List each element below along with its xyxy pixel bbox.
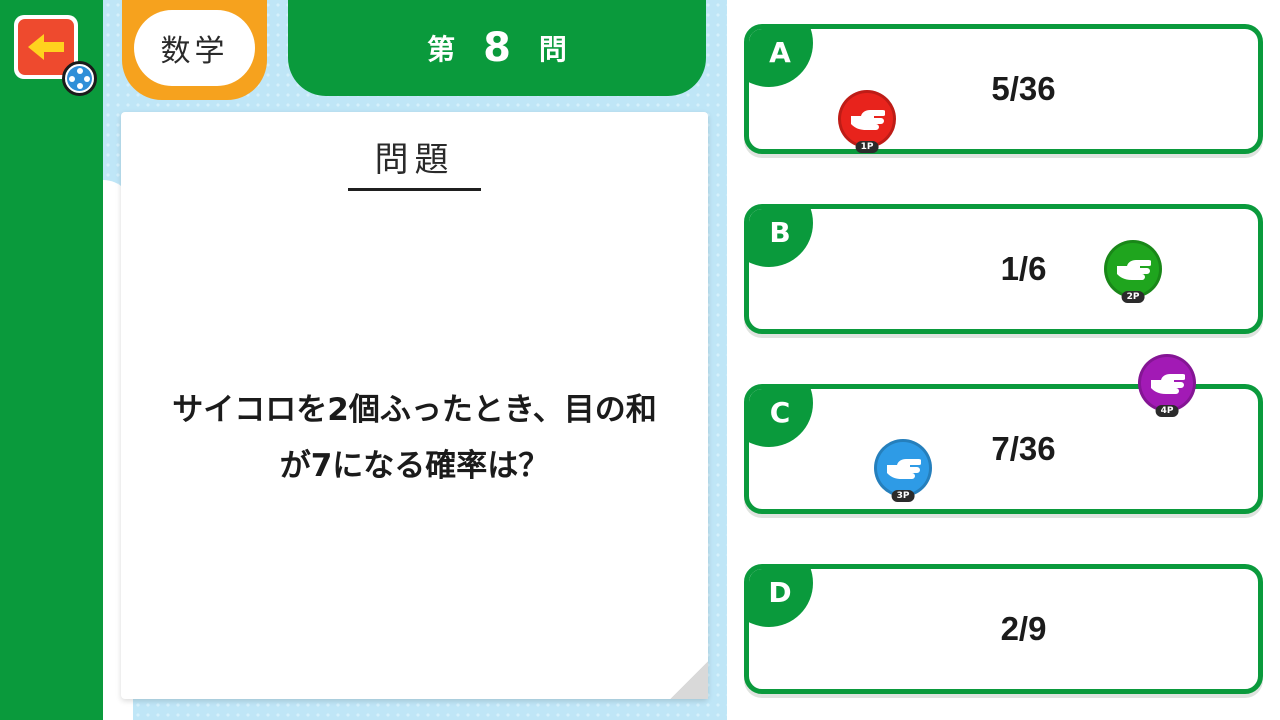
answer-value: 5/36	[991, 70, 1056, 107]
left-sidebar	[0, 0, 103, 720]
pointing-hand-icon	[1151, 374, 1185, 394]
subject-text: 数学	[160, 34, 229, 69]
subject-label: 数学	[134, 10, 255, 86]
question-card: 問題 サイコロを2個ふったとき、目の和 が7になる確率は？	[121, 112, 708, 699]
player-label: 3P	[891, 490, 915, 502]
player-label: 1P	[855, 141, 879, 153]
answer-option-b[interactable]: B 1/6	[744, 204, 1263, 334]
answer-option-d[interactable]: D 2/9	[744, 564, 1263, 694]
player-label: 2P	[1121, 291, 1145, 303]
pointing-hand-icon	[887, 459, 921, 479]
question-number-header: 第 8 問	[288, 0, 706, 96]
question-title: 問題	[374, 140, 455, 180]
controller-icon	[62, 61, 97, 96]
player-4-cursor[interactable]: 4P	[1138, 354, 1196, 417]
page-curl	[670, 661, 708, 699]
pointing-hand-icon	[1117, 260, 1151, 280]
player-2-cursor[interactable]: 2P	[1104, 240, 1162, 303]
question-prefix: 第	[427, 33, 456, 66]
player-1-cursor[interactable]: 1P	[838, 90, 896, 153]
title-underline	[348, 188, 481, 191]
answer-option-a[interactable]: A 5/36	[744, 24, 1263, 154]
pointing-hand-icon	[851, 110, 885, 130]
question-line-1: サイコロを2個ふったとき、目の和	[172, 392, 657, 428]
question-line-2: が7になる確率は？	[279, 448, 550, 484]
answer-value: 2/9	[1000, 610, 1047, 647]
back-arrow-icon	[28, 34, 64, 60]
player-label: 4P	[1155, 405, 1179, 417]
player-3-cursor[interactable]: 3P	[874, 439, 932, 502]
answer-value: 1/6	[1000, 250, 1047, 287]
question-number: 8	[483, 25, 511, 71]
question-suffix: 問	[538, 33, 567, 66]
question-text: サイコロを2個ふったとき、目の和 が7になる確率は？	[141, 382, 688, 494]
